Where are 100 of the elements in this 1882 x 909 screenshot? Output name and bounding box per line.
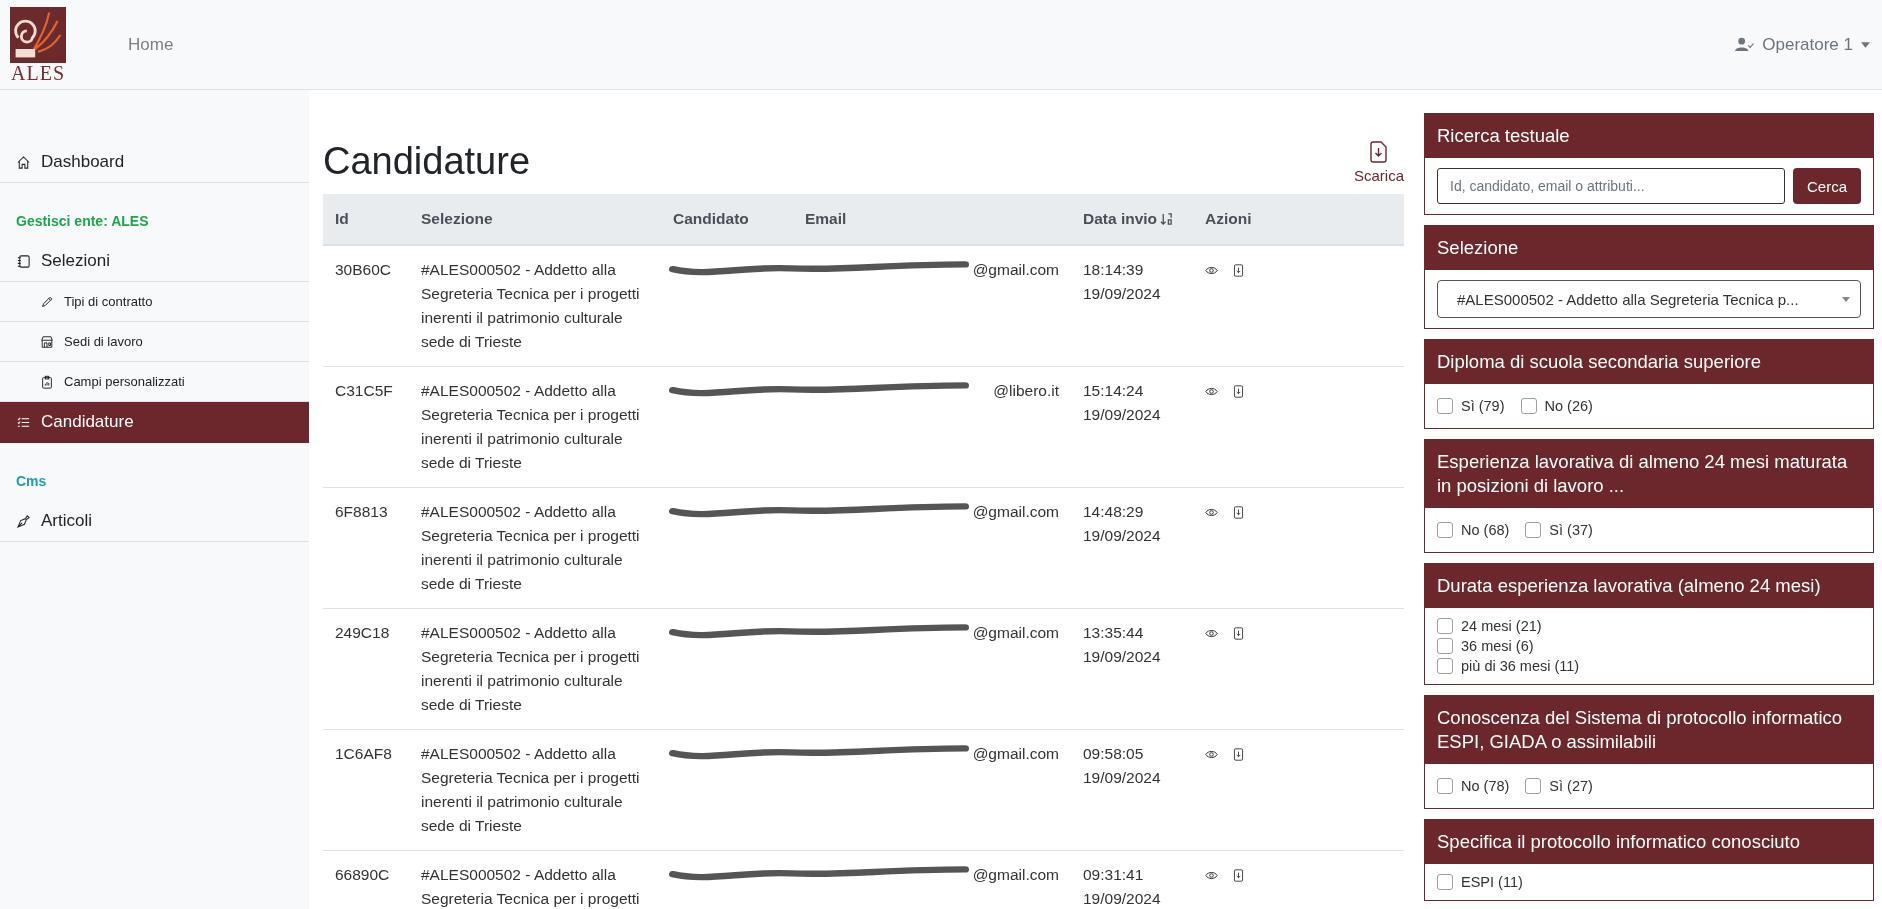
- option-label: 36 mesi (6): [1461, 638, 1534, 654]
- option-label: No (78): [1461, 778, 1510, 794]
- option-label: più di 36 mesi (11): [1461, 658, 1580, 674]
- selection-cell: #ALES000502 - Addetto alla Segreteria Tecnica per i progetti inerenti il patrimonio culturale sede di Trieste: [409, 487, 661, 609]
- email-cell: @gmail.com: [972, 745, 1059, 762]
- filter-title: Specifica il protocollo informatico conosciuto: [1425, 820, 1873, 864]
- date-text: 19/09/2024: [1083, 405, 1162, 425]
- pencil-icon: [40, 294, 54, 309]
- checkbox[interactable]: [1437, 398, 1453, 414]
- id-cell: 30B60C: [323, 245, 409, 367]
- time-text: 09:31:41: [1083, 865, 1145, 885]
- filter-title: Selezione: [1425, 226, 1873, 270]
- caret-icon: [1842, 296, 1850, 302]
- filter-title: Ricerca testuale: [1425, 114, 1873, 158]
- eye-icon[interactable]: [1205, 385, 1218, 398]
- email-cell: @libero.it: [993, 382, 1059, 399]
- option-label: ESPI (11): [1461, 874, 1523, 890]
- filter-title: Esperienza lavorativa di almeno 24 mesi maturata in posizioni di lavoro ...: [1425, 440, 1873, 508]
- email-cell: @gmail.com: [972, 866, 1059, 883]
- checkbox[interactable]: [1520, 398, 1537, 414]
- option-label: Sì (27): [1549, 778, 1593, 794]
- checkbox[interactable]: [1437, 874, 1453, 890]
- column-header[interactable]: Id: [323, 194, 409, 245]
- logo-icon: [10, 6, 66, 63]
- home-icon: [16, 154, 31, 170]
- email-cell: @gmail.com: [972, 261, 1059, 278]
- id-cell: 6F8813: [323, 487, 409, 609]
- time-text: 13:35:44: [1083, 623, 1145, 643]
- option-label: Sì (79): [1461, 398, 1505, 414]
- eye-icon[interactable]: [1205, 627, 1218, 640]
- filter-title: Diploma di scuola secondaria superiore: [1425, 340, 1873, 384]
- notebook-icon: [16, 253, 31, 269]
- date-text: 19/09/2024: [1083, 526, 1162, 546]
- file-download-icon: [1370, 141, 1388, 163]
- option-label: Sì (37): [1549, 522, 1593, 538]
- sidebar-item[interactable]: Sedi di lavoro: [0, 322, 309, 362]
- file-download-icon[interactable]: [1232, 869, 1245, 882]
- checkbox[interactable]: [1525, 778, 1542, 794]
- checkbox[interactable]: [1437, 638, 1453, 654]
- file-download-icon[interactable]: [1232, 264, 1245, 277]
- column-header[interactable]: Candidato: [661, 194, 793, 245]
- id-cell: 1C6AF8: [323, 729, 409, 851]
- id-cell: 66890C: [323, 850, 409, 909]
- clipboard-icon: [40, 374, 54, 389]
- home-link[interactable]: Home: [128, 34, 174, 55]
- selection-dropdown[interactable]: #ALES000502 - Addetto alla Segreteria Tecnica p...: [1437, 280, 1861, 318]
- sidebar-item[interactable]: Tipi di contratto: [0, 282, 309, 322]
- eye-icon[interactable]: [1205, 869, 1218, 882]
- id-cell: C31C5F: [323, 366, 409, 488]
- id-cell: 249C18: [323, 608, 409, 730]
- logo-text: ALES: [11, 62, 65, 83]
- checkbox[interactable]: [1437, 778, 1453, 794]
- column-header[interactable]: Selezione: [409, 194, 661, 245]
- time-text: 15:14:24: [1083, 381, 1145, 401]
- sidebar-item[interactable]: Dashboard: [0, 142, 309, 183]
- ales-logo[interactable]: ALES: [8, 6, 68, 83]
- sidebar-section-title: Cms: [15, 472, 48, 491]
- filter-title: Conoscenza del Sistema di protocollo informatico ESPI, GIADA o assimilabili: [1425, 696, 1873, 764]
- file-download-icon[interactable]: [1232, 627, 1245, 640]
- eye-icon[interactable]: [1205, 748, 1218, 761]
- selection-cell: #ALES000502 - Addetto alla Segreteria Tecnica per i progetti inerenti il patrimonio culturale sede di Trieste: [409, 608, 661, 730]
- user-check-icon: [1735, 37, 1755, 52]
- date-text: 19/09/2024: [1083, 768, 1162, 788]
- sidebar-section-title: Gestisci ente: ALES: [15, 212, 150, 231]
- column-header[interactable]: Data invio: [1071, 194, 1193, 245]
- file-download-icon[interactable]: [1232, 385, 1245, 398]
- pen-icon: [16, 513, 31, 529]
- checkbox[interactable]: [1437, 658, 1453, 674]
- checkbox[interactable]: [1437, 618, 1453, 634]
- column-header[interactable]: Email: [793, 194, 1071, 245]
- checkbox[interactable]: [1525, 522, 1542, 538]
- download-button[interactable]: Scarica: [1353, 141, 1404, 184]
- shop-icon: [40, 334, 54, 349]
- option-label: No (26): [1544, 398, 1593, 414]
- file-download-icon[interactable]: [1232, 748, 1245, 761]
- sidebar-item[interactable]: Candidature: [0, 402, 309, 443]
- eye-icon[interactable]: [1205, 264, 1218, 277]
- column-header[interactable]: Azioni: [1193, 194, 1404, 245]
- option-label: 24 mesi (21): [1461, 618, 1542, 634]
- email-cell: @gmail.com: [972, 503, 1059, 520]
- sidebar-item[interactable]: Selezioni: [0, 241, 309, 282]
- selection-cell: #ALES000502 - Addetto alla Segreteria Tecnica per i progetti inerenti il patrimonio culturale sede di Trieste: [409, 245, 661, 367]
- sidebar-item[interactable]: Articoli: [0, 501, 309, 542]
- file-download-icon[interactable]: [1232, 506, 1245, 519]
- option-label: No (68): [1461, 522, 1510, 538]
- caret-icon: [1861, 41, 1870, 48]
- date-text: 19/09/2024: [1083, 284, 1162, 304]
- time-text: 18:14:39: [1083, 260, 1145, 280]
- page-title: Candidature: [323, 139, 531, 184]
- selection-cell: #ALES000502 - Addetto alla Segreteria Tecnica per i progetti: [409, 850, 661, 909]
- time-text: 14:48:29: [1083, 502, 1145, 522]
- email-cell: @gmail.com: [972, 624, 1059, 641]
- selection-cell: #ALES000502 - Addetto alla Segreteria Tecnica per i progetti inerenti il patrimonio culturale sede di Trieste: [409, 729, 661, 851]
- search-field[interactable]: Id, candidato, email o attributi...: [1437, 168, 1785, 204]
- date-text: 19/09/2024: [1083, 647, 1162, 667]
- user-menu[interactable]: Operatore 1: [1735, 34, 1870, 55]
- filter-title: Durata esperienza lavorativa (almeno 24 mesi): [1425, 564, 1873, 608]
- checkbox[interactable]: [1437, 522, 1453, 538]
- search-button[interactable]: Cerca: [1793, 168, 1861, 204]
- eye-icon[interactable]: [1205, 506, 1218, 519]
